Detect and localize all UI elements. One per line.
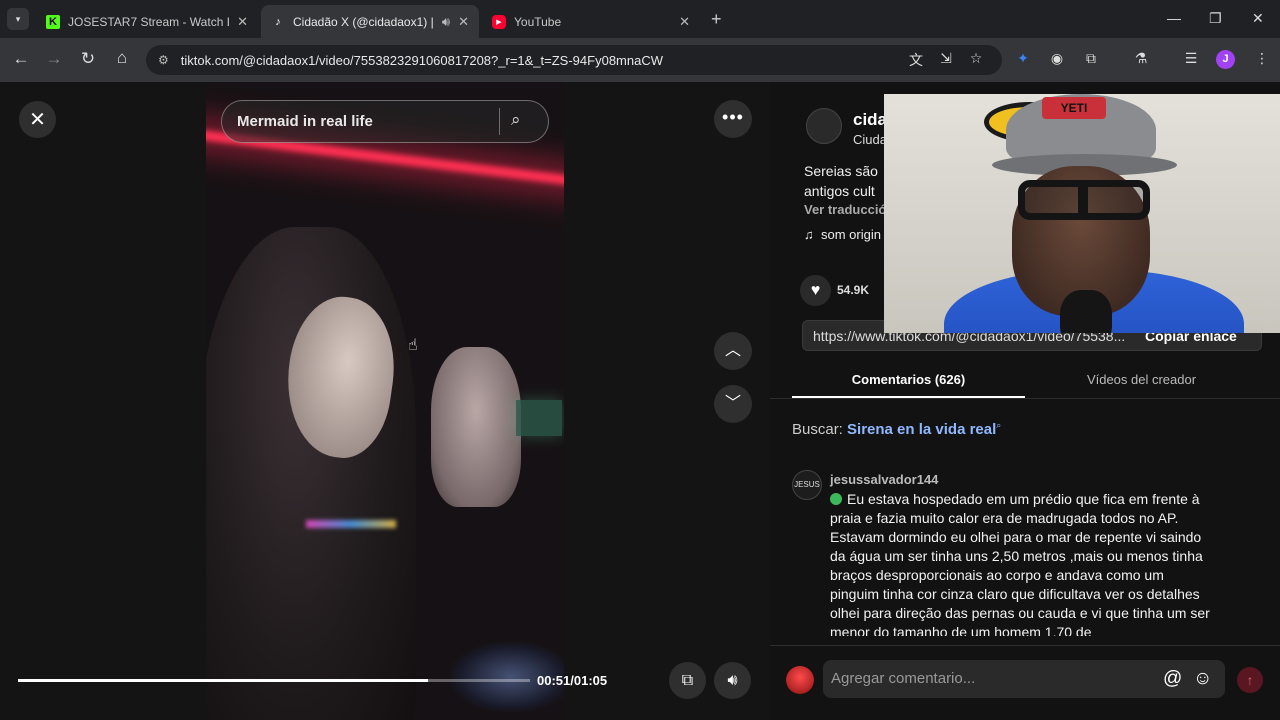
more-options-button[interactable]: ••• [714, 100, 752, 138]
hands [431, 347, 521, 507]
creator-avatar[interactable] [806, 108, 842, 144]
video-frame[interactable] [206, 82, 564, 720]
profile-avatar[interactable]: J [1216, 50, 1235, 69]
close-tab-icon[interactable]: ✕ [679, 14, 690, 30]
tiktok-icon: ♪ [275, 15, 281, 28]
translate-icon[interactable]: 文 [906, 50, 926, 70]
tab-youtube[interactable]: ▶ YouTube ✕ [482, 5, 700, 38]
tab-creator-videos[interactable]: Vídeos del creador [1025, 372, 1258, 387]
emoji-icon[interactable]: ☺ [1193, 668, 1212, 690]
new-tab-button[interactable]: + [711, 9, 722, 30]
bookmark-star-icon[interactable]: ☆ [966, 50, 986, 67]
minimize-button[interactable]: — [1167, 10, 1181, 26]
close-window-button[interactable]: ✕ [1252, 10, 1264, 27]
home-button[interactable]: ⌂ [111, 48, 133, 68]
video-progress-bar[interactable] [18, 679, 530, 682]
creator-name[interactable]: cida [853, 110, 887, 130]
creator-subtitle: Ciuda [853, 132, 887, 147]
related-search-link[interactable]: Sirena en la vida real [847, 421, 996, 438]
reload-button[interactable]: ↻ [77, 49, 99, 69]
heart-icon: ♥ [810, 282, 821, 299]
extensions-puzzle-icon[interactable]: ⧉ [1081, 50, 1101, 67]
youtube-icon: ▶ [492, 14, 506, 29]
close-tab-icon[interactable]: ✕ [458, 14, 469, 30]
see-translation-link[interactable]: Ver traducció [804, 202, 886, 217]
video-description-line1: Sereias são [804, 163, 878, 179]
tab-kick[interactable]: K JOSESTAR7 Stream - Watch Live ✕ [36, 5, 258, 38]
search-icon[interactable]: ⌕ [511, 110, 521, 130]
audio-playing-icon[interactable]: 🔊︎ [442, 14, 450, 30]
send-comment-button[interactable]: ↑ [1237, 667, 1263, 693]
microphone [1060, 290, 1112, 333]
search-divider [499, 108, 500, 135]
tab-tiktok[interactable]: ♪ Cidadão X (@cidadaox1) | T 🔊︎ ✕ [261, 5, 479, 38]
media-controls-icon[interactable]: ☰ [1181, 50, 1201, 67]
like-button[interactable]: ♥ [800, 275, 831, 306]
cap-logo: YETI [1042, 97, 1106, 119]
hand-cursor-icon: ☝ [408, 337, 418, 354]
video-progress-fill [18, 679, 428, 682]
masked-figure [206, 227, 416, 720]
video-time: 00:51/01:05 [537, 673, 608, 688]
address-bar[interactable]: ⚙ tiktok.com/@cidadaox1/video/7553823291… [146, 45, 1002, 75]
webcam-overlay: YETI [884, 94, 1280, 333]
rgb-keyboard [306, 520, 396, 528]
comment-body: Eu estava hospedado em um prédio que fic… [830, 491, 1210, 640]
tab-search-button[interactable]: ▾ [7, 8, 29, 30]
performance-icon[interactable]: ⚗ [1131, 50, 1151, 67]
next-video-button[interactable]: ﹀ [714, 385, 752, 423]
glasses-bridge [1078, 184, 1088, 218]
green-circle-emoji [830, 493, 842, 505]
video-description-line2: antigos cult [804, 183, 875, 199]
install-app-icon[interactable]: ⇲ [936, 50, 956, 67]
back-button[interactable]: ← [10, 49, 32, 69]
search-icon: ⌕ [996, 420, 1002, 430]
tab-comments[interactable]: Comentarios (626) [792, 372, 1025, 387]
music-note-icon: ♫ [804, 227, 814, 242]
url-text: tiktok.com/@cidadaox1/video/755382329106… [180, 52, 663, 68]
sound-label: som origin [820, 227, 881, 242]
forward-button[interactable]: → [43, 49, 65, 69]
restore-button[interactable]: ❐ [1209, 10, 1222, 27]
previous-video-button[interactable]: ︿ [714, 332, 752, 370]
close-video-button[interactable]: ✕ [19, 101, 56, 138]
monitor-glow [516, 400, 562, 436]
extension-icon[interactable]: ✦ [1013, 50, 1033, 67]
commenter-avatar[interactable]: JESUS [792, 470, 822, 500]
sound-link[interactable]: ♫ som origin [804, 227, 881, 242]
tab-divider [770, 398, 1280, 399]
commenter-username[interactable]: jesussalvador144 [830, 472, 938, 487]
kick-icon: K [46, 14, 60, 29]
close-tab-icon[interactable]: ✕ [237, 14, 248, 30]
like-count: 54.9K [837, 283, 870, 297]
extension-ring-icon[interactable]: ◉ [1047, 50, 1067, 67]
related-search: Buscar: Sirena en la vida real⌕ [792, 420, 1002, 438]
site-info-icon[interactable]: ⚙ [158, 53, 169, 67]
user-avatar[interactable] [786, 666, 814, 694]
volume-button[interactable]: 🔊︎ [714, 662, 751, 699]
miniplayer-button[interactable]: ⧉ [669, 662, 706, 699]
menu-kebab-icon[interactable]: ⋮ [1252, 50, 1272, 67]
mention-icon[interactable]: @ [1163, 668, 1182, 690]
